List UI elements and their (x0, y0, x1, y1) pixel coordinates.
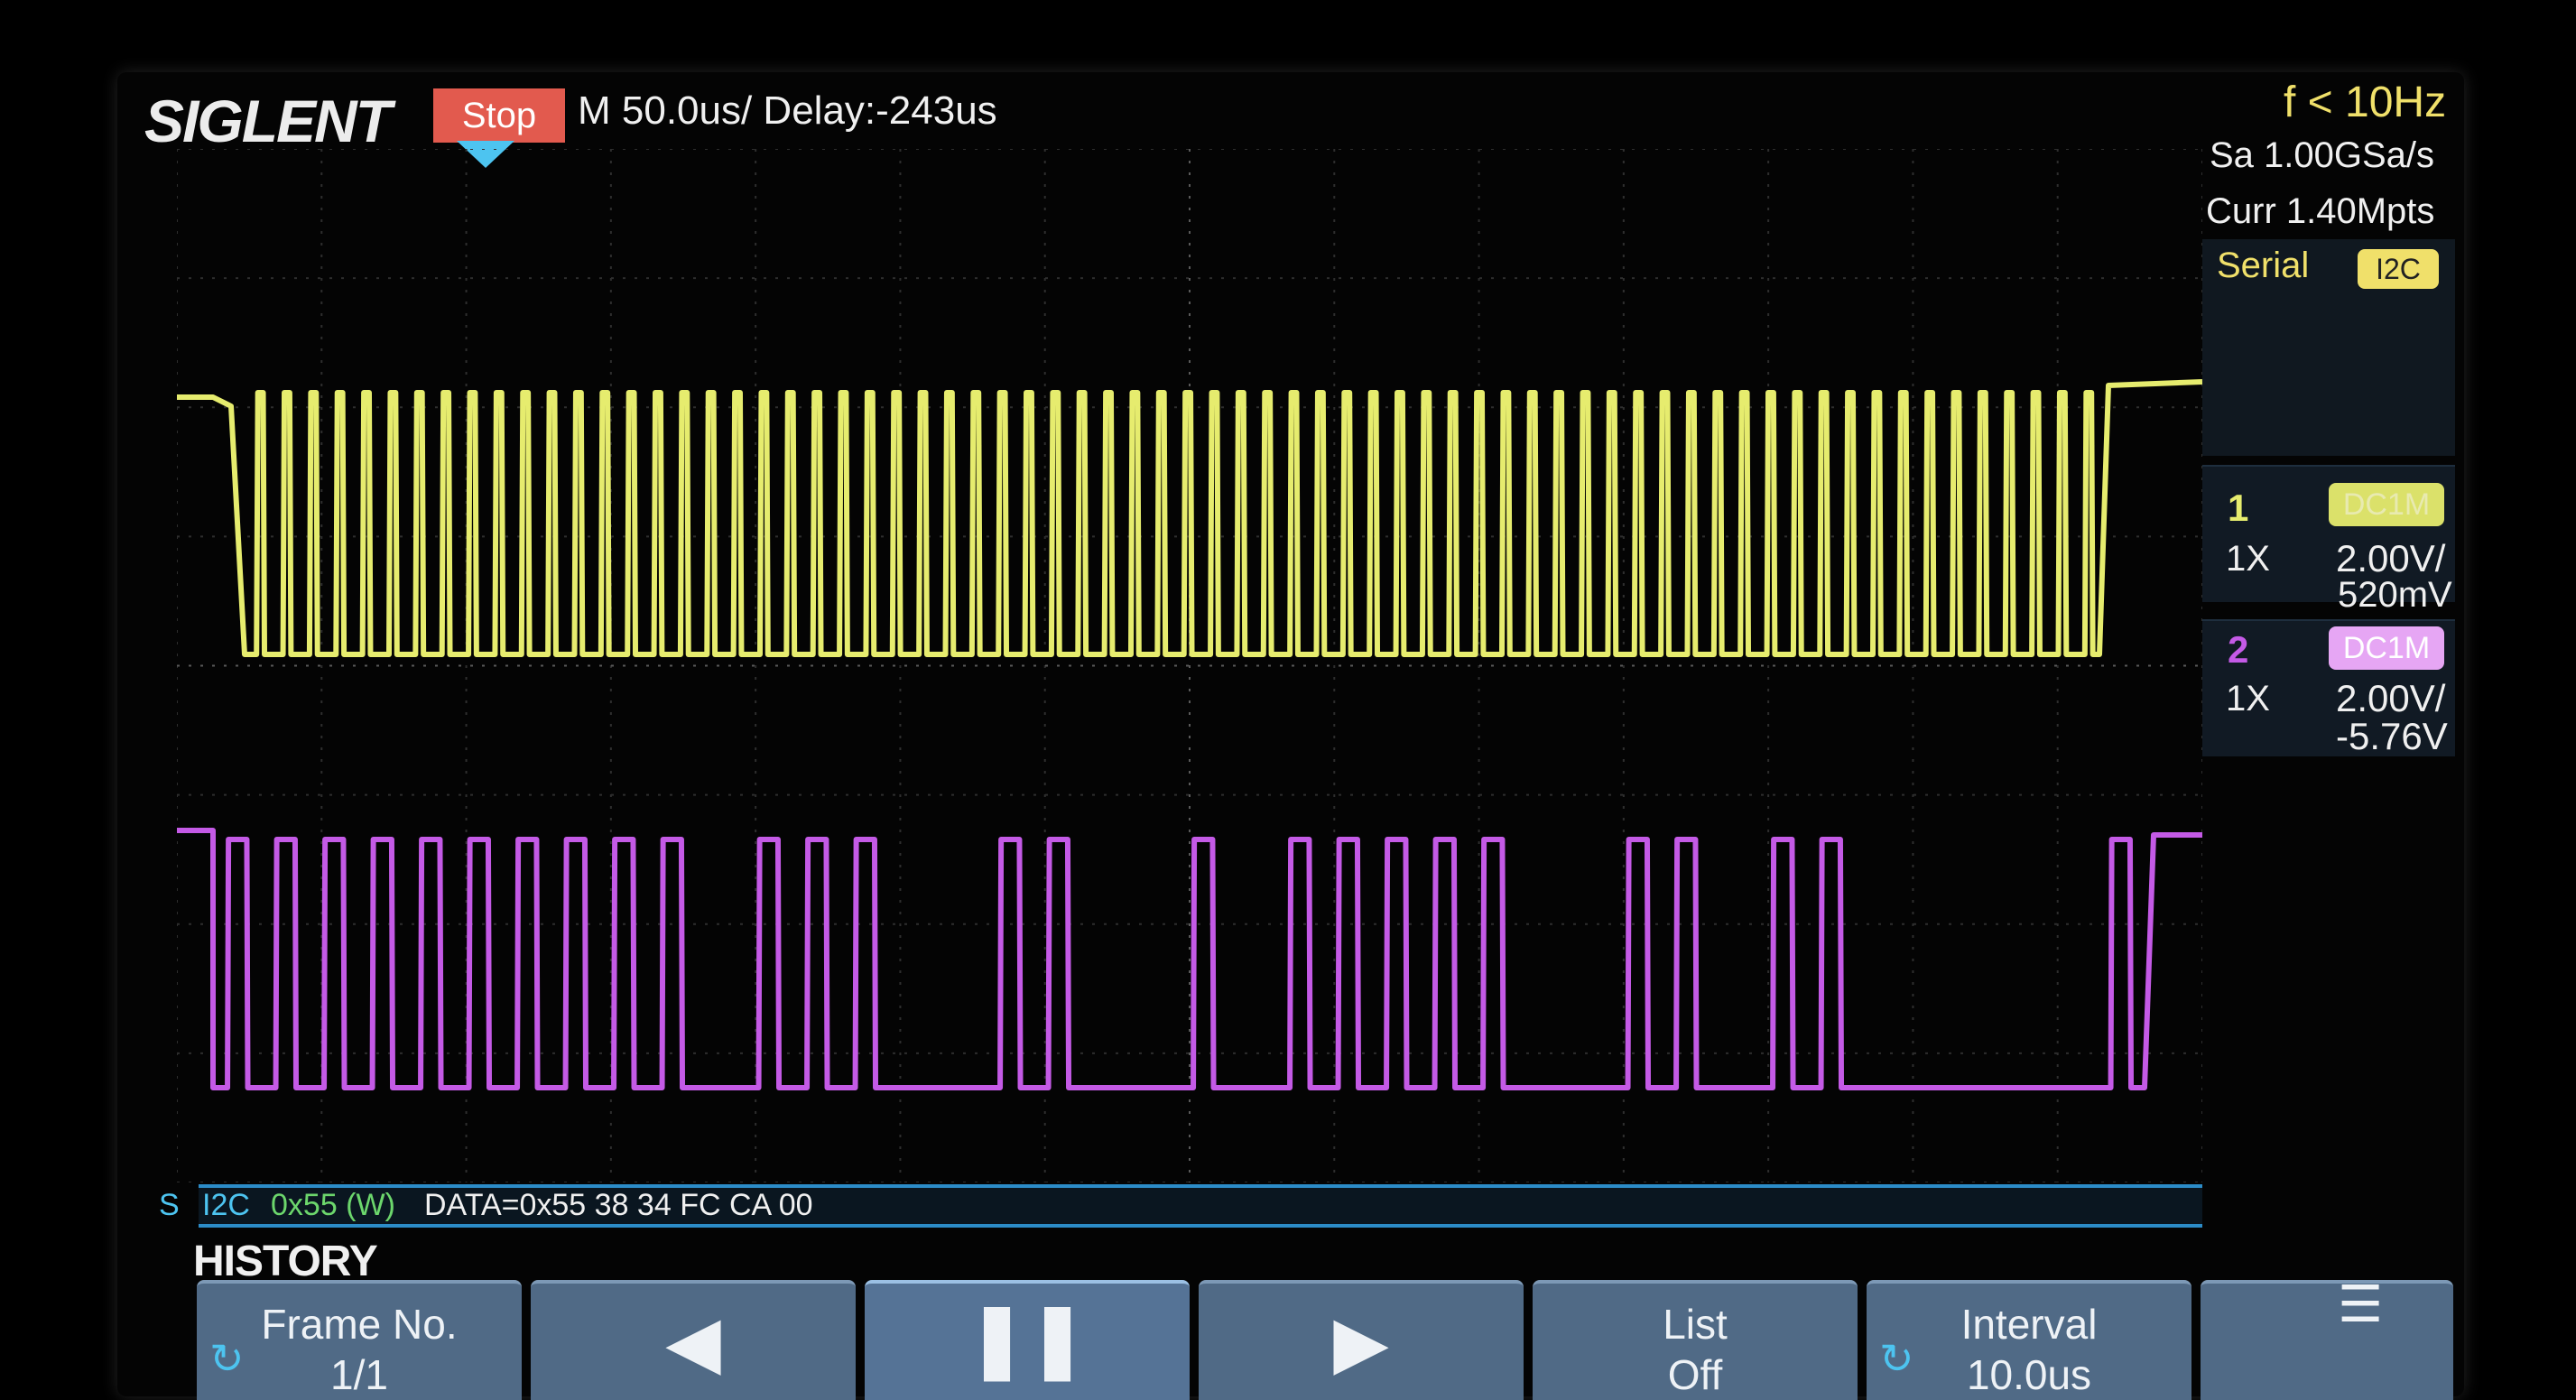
channel-1-offset: 520mV (2338, 575, 2452, 615)
decode-data: DATA=0x55 38 34 FC CA 00 (424, 1188, 813, 1222)
timebase-readout: M 50.0us/ Delay:-243us (578, 88, 997, 133)
previous-frame-button[interactable]: ◀ (531, 1280, 856, 1400)
wifi-icon: ☰ (2338, 1275, 2384, 1332)
menu-title: HISTORY (193, 1238, 378, 1285)
run-stop-badge[interactable]: Stop (433, 88, 565, 143)
wifi-softkey[interactable] (2201, 1280, 2453, 1400)
channel-1-probe: 1X (2226, 539, 2270, 579)
memory-depth-readout: Curr 1.40Mpts (2206, 191, 2435, 231)
sample-rate-readout: Sa 1.00GSa/s (2210, 135, 2435, 175)
channel-2-offset: -5.76V (2336, 715, 2448, 757)
channel-1-coupling: DC1M (2329, 483, 2444, 526)
right-triangle-icon: ▶ (1333, 1302, 1389, 1382)
interval-softkey[interactable]: ↻ Interval 10.0us (1867, 1280, 2191, 1400)
channel-2-probe: 1X (2226, 679, 2270, 719)
next-frame-button[interactable]: ▶ (1199, 1280, 1524, 1400)
left-triangle-icon: ◀ (665, 1302, 721, 1382)
list-softkey[interactable]: List Off (1533, 1280, 1858, 1400)
waveform-display[interactable] (177, 149, 2202, 1182)
channel-2-panel[interactable]: 2 DC1M 1X 2.00V/ -5.76V (2202, 619, 2455, 757)
pause-icon: ❚❚ (966, 1298, 1089, 1378)
decode-source-label: S (159, 1188, 180, 1222)
frame-number-label: Frame No. (261, 1301, 458, 1348)
serial-label: Serial (2217, 246, 2310, 285)
decode-address: 0x55 (W) (271, 1188, 395, 1222)
channel-1-trace (177, 379, 2202, 657)
interval-value: 10.0us (1966, 1351, 2092, 1398)
channel-2-number: 2 (2228, 628, 2249, 671)
frame-number-softkey[interactable]: ↻ Frame No. 1/1 (197, 1280, 522, 1400)
channel-2-scale: 2.00V/ (2336, 677, 2446, 719)
pause-button[interactable]: ❚❚ (865, 1280, 1190, 1400)
graticule (177, 149, 2202, 1182)
frame-number-value: 1/1 (330, 1351, 388, 1398)
channel-1-number: 1 (2228, 487, 2249, 529)
serial-protocol-tag: I2C (2358, 249, 2439, 289)
brand-logo: SIGLENT (144, 88, 392, 154)
frequency-counter: f < 10Hz (2284, 79, 2447, 126)
channel-2-coupling: DC1M (2329, 626, 2444, 670)
channel-1-scale: 2.00V/ (2336, 537, 2446, 579)
channel-1-panel[interactable]: 1 DC1M 1X 2.00V/ 520mV (2202, 465, 2455, 615)
interval-label: Interval (1960, 1301, 2098, 1348)
list-value: Off (1667, 1351, 1723, 1398)
decode-protocol: I2C (202, 1188, 250, 1222)
list-label: List (1663, 1301, 1728, 1348)
